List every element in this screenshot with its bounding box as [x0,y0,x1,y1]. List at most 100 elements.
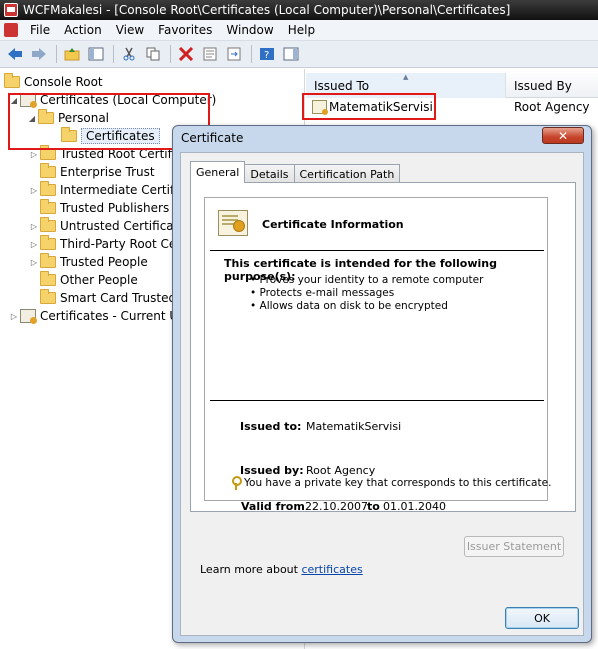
tree-item-smart-card[interactable]: Smart Card Trusted R [28,289,188,307]
folder-icon [40,217,56,232]
tree-item-trusted-publishers[interactable]: Trusted Publishers [28,199,169,217]
tree-item-other-people[interactable]: Other People [28,271,138,289]
tree-item-label: Enterprise Trust [60,165,155,179]
help-icon[interactable]: ? [256,43,278,65]
menu-bar: File Action View Favorites Window Help [0,20,598,41]
tree-item-label: Console Root [24,75,103,89]
tab-details[interactable]: Details [244,164,295,183]
cut-icon[interactable] [118,43,140,65]
folder-icon [40,181,56,196]
valid-to-value: 01.01.2040 [383,500,446,513]
ok-button[interactable]: OK [505,607,579,629]
menu-window[interactable]: Window [222,23,283,37]
dialog-title: Certificate [181,131,244,145]
issued-to-value[interactable]: MatematikServisi [306,420,401,433]
valid-from-label: Valid from [241,500,305,513]
tree-item-console-root[interactable]: Console Root [4,73,103,91]
show-hide-tree-icon[interactable] [85,43,107,65]
divider [210,400,544,401]
toolbar-separator [56,45,57,63]
certificates-help-link[interactable]: certificates [301,563,362,576]
certificate-info-frame: Certificate Information This certificate… [204,197,548,513]
certificate-store-icon [20,309,37,324]
folder-icon [40,163,56,178]
issued-to-label: Issued to: [240,420,302,433]
collapsed-arrow-icon[interactable]: ▷ [28,258,40,267]
copy-icon[interactable] [142,43,164,65]
tree-item-label: Trusted Publishers [60,201,170,215]
delete-icon[interactable] [175,43,197,65]
learn-more-text: Learn more about certificates [200,563,363,576]
folder-icon [40,235,56,250]
tree-item-trusted-people[interactable]: ▷ Trusted People [28,253,148,271]
folder-icon [40,271,56,286]
collapsed-arrow-icon[interactable]: ▷ [28,222,40,231]
tree-item-label: Other People [60,273,138,287]
issuer-statement-button[interactable]: Issuer Statement [464,536,564,557]
dialog-body: General Details Certification Path Certi… [180,152,584,636]
action-pane-icon[interactable] [280,43,302,65]
toolbar: ? [0,41,598,68]
export-icon[interactable] [223,43,245,65]
issued-by-value[interactable]: Root Agency [306,464,375,477]
collapsed-arrow-icon[interactable]: ▷ [8,312,20,321]
general-tab-panel: Certificate Information This certificate… [190,182,576,513]
window-titlebar: WCFMakalesi - [Console Root\Certificates… [0,0,598,20]
menu-action[interactable]: Action [60,23,112,37]
collapsed-arrow-icon[interactable]: ▷ [28,186,40,195]
mmc-app-icon[interactable] [4,3,18,17]
folder-icon [40,199,56,214]
tree-item-certificates-current-user[interactable]: ▷ Certificates - Current Us [8,307,184,325]
purpose-list: • Proves your identity to a remote compu… [250,274,483,313]
menu-favorites[interactable]: Favorites [154,23,222,37]
divider [210,250,544,251]
folder-icon [40,253,56,268]
tree-item-intermediate[interactable]: ▷ Intermediate Certific [28,181,184,199]
up-folder-icon[interactable] [61,43,83,65]
tree-item-third-party-root[interactable]: ▷ Third-Party Root Cer [28,235,181,253]
toolbar-separator [170,45,171,63]
sort-ascending-icon: ▲ [403,73,409,81]
menu-help[interactable]: Help [284,23,325,37]
close-icon: ✕ [557,128,569,143]
console-menu-icon[interactable] [4,23,18,37]
tree-item-label: Certificates - Current Us [40,309,185,323]
learn-more-prefix: Learn more about [200,563,298,576]
collapsed-arrow-icon[interactable]: ▷ [28,240,40,249]
purpose-item: • Protects e-mail messages [250,287,395,299]
properties-icon[interactable] [199,43,221,65]
certificate-dialog: Certificate ✕ General Details Certificat… [172,125,592,643]
tree-item-label: Smart Card Trusted R [60,291,189,305]
issued-by-label: Issued by: [240,464,304,477]
purpose-item: • Proves your identity to a remote compu… [250,274,484,286]
toolbar-separator [251,45,252,63]
tree-item-label: Trusted People [60,255,148,269]
tree-item-untrusted[interactable]: ▷ Untrusted Certificate [28,217,186,235]
private-key-note: You have a private key that corresponds … [244,477,552,489]
menu-file[interactable]: File [26,23,60,37]
tree-item-label: Intermediate Certific [60,183,185,197]
toolbar-separator [113,45,114,63]
tab-general[interactable]: General [190,161,246,183]
tab-certification-path[interactable]: Certification Path [293,164,401,183]
folder-icon [4,73,20,88]
tree-item-enterprise-trust[interactable]: Enterprise Trust [28,163,155,181]
tree-item-label: Third-Party Root Cer [60,237,182,251]
menu-view[interactable]: View [112,23,154,37]
column-label: Issued By [514,78,572,93]
purpose-item: • Allows data on disk to be encrypted [250,300,448,312]
column-label: Issued To [314,78,370,93]
folder-icon [40,289,56,304]
back-icon[interactable] [4,43,26,65]
certificate-icon [218,210,248,236]
tree-item-label: Untrusted Certificate [60,219,186,233]
close-button[interactable]: ✕ [542,127,584,144]
private-key-icon [231,476,242,490]
valid-to-label: to [367,500,380,513]
column-header-issued-by[interactable]: Issued By [506,73,598,98]
cell-issued-by: Root Agency [514,100,590,114]
collapsed-arrow-icon[interactable]: ▷ [28,150,40,159]
certificate-info-title: Certificate Information [262,218,404,231]
forward-icon[interactable] [28,43,50,65]
window-title: WCFMakalesi - [Console Root\Certificates… [23,3,511,17]
